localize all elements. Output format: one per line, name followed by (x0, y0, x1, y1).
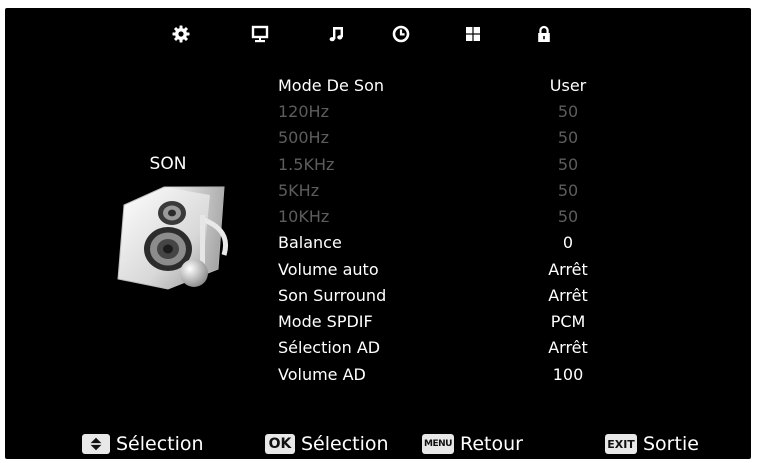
speaker-music-icon (106, 185, 246, 293)
exit-key: EXIT (605, 434, 637, 454)
hint-menu: MENU Retour (422, 430, 523, 458)
footer-hints: Sélection OK Sélection MENU Retour EXIT … (5, 430, 751, 458)
menu-item-label: 120Hz (278, 102, 329, 121)
gear-icon (172, 25, 190, 43)
ok-key: OK (265, 434, 295, 454)
hint-label: Sélection (301, 433, 389, 455)
menu-item-label: Balance (278, 233, 342, 252)
menu-item-mode-spdif[interactable]: Mode SPDIF PCM (278, 309, 608, 335)
music-note-icon (329, 27, 343, 42)
menu-item-mode-de-son[interactable]: Mode De Son User (278, 73, 608, 99)
menu-item-value: 100 (552, 365, 584, 384)
menu-item-value: 50 (557, 155, 579, 174)
section-title: SON (149, 154, 187, 174)
hint-exit: EXIT Sortie (605, 430, 699, 458)
menu-item-value: 50 (557, 102, 579, 121)
menu-item-label: Mode De Son (278, 76, 385, 95)
menu-item-label: 5KHz (278, 181, 320, 200)
tab-setup-grid-icon[interactable] (461, 22, 485, 46)
hint-label: Retour (460, 433, 523, 455)
tab-picture-monitor-icon[interactable] (248, 22, 272, 46)
menu-item-5khz: 5KHz 50 (278, 178, 608, 204)
menu-item-son-surround[interactable]: Son Surround Arrêt (278, 283, 608, 309)
hint-navigate: Sélection (82, 430, 204, 458)
menu-item-volume-auto[interactable]: Volume auto Arrêt (278, 257, 608, 283)
menu-item-value: 50 (557, 207, 579, 226)
menu-item-label: 1.5KHz (278, 155, 335, 174)
tab-lock-icon[interactable] (532, 22, 556, 46)
monitor-icon (251, 25, 269, 43)
tab-sound-gear-icon[interactable] (169, 22, 193, 46)
menu-item-10khz: 10KHz 50 (278, 204, 608, 230)
menu-item-120hz: 120Hz 50 (278, 99, 608, 125)
menu-item-label: Volume auto (278, 260, 379, 279)
lock-icon (538, 25, 550, 42)
menu-key: MENU (422, 434, 454, 454)
menu-item-value: 0 (562, 233, 574, 252)
menu-item-volume-ad[interactable]: Volume AD 100 (278, 362, 608, 388)
menu-item-1-5khz: 1.5KHz 50 (278, 152, 608, 178)
menu-item-value: 50 (557, 181, 579, 200)
menu-item-value: Arrêt (548, 286, 588, 305)
hint-ok: OK Sélection (265, 430, 389, 458)
menu-item-label: Mode SPDIF (278, 312, 373, 331)
hint-label: Sélection (116, 433, 204, 455)
hint-label: Sortie (643, 433, 699, 455)
menu-item-balance[interactable]: Balance 0 (278, 230, 608, 256)
tv-osd-screen: SON Mode De Son User 120Hz 50 500Hz 50 1… (5, 8, 751, 459)
menu-item-label: 500Hz (278, 128, 329, 147)
menu-item-value: User (549, 76, 587, 95)
menu-item-value: Arrêt (548, 338, 588, 357)
grid-icon (466, 27, 480, 41)
tab-audio-music-icon[interactable] (325, 22, 349, 46)
up-down-arrow-icon (82, 434, 110, 454)
tab-time-clock-icon[interactable] (389, 22, 413, 46)
menu-item-label: 10KHz (278, 207, 330, 226)
clock-icon (392, 25, 410, 43)
menu-item-value: 50 (557, 128, 579, 147)
menu-item-500hz: 500Hz 50 (278, 125, 608, 151)
menu-item-label: Sélection AD (278, 338, 381, 357)
menu-item-label: Volume AD (278, 365, 366, 384)
menu-item-value: PCM (550, 312, 586, 331)
menu-item-selection-ad[interactable]: Sélection AD Arrêt (278, 335, 608, 361)
menu-item-value: Arrêt (548, 260, 588, 279)
category-tab-bar (5, 22, 751, 48)
menu-item-label: Son Surround (278, 286, 387, 305)
